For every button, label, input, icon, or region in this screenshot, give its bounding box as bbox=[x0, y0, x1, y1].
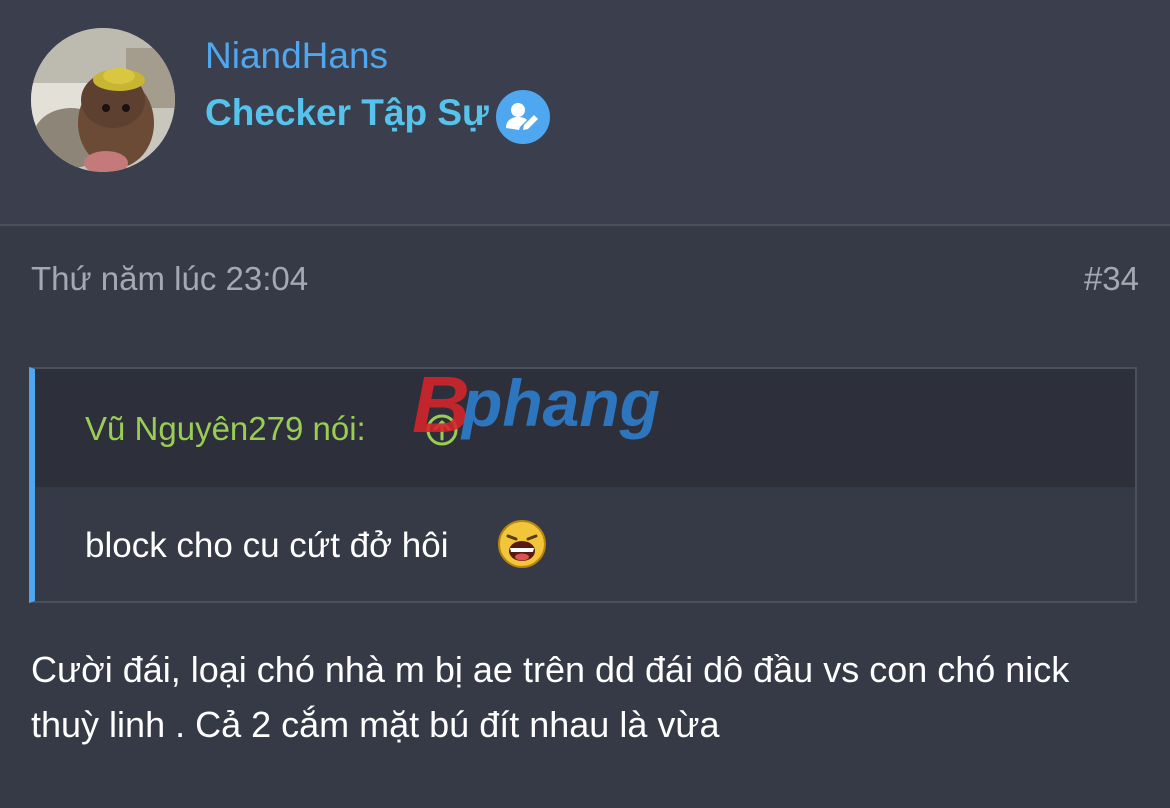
username-link[interactable]: NiandHans bbox=[205, 34, 388, 78]
user-header: NiandHans Checker Tập Sự bbox=[0, 0, 1170, 226]
post-body-text: Cười đái, loại chó nhà m bị ae trên dd đ… bbox=[31, 649, 1070, 745]
post-timestamp[interactable]: Thứ năm lúc 23:04 bbox=[31, 258, 308, 300]
quote-text: block cho cu cứt đở hôi bbox=[85, 526, 449, 565]
watermark-text: phang bbox=[460, 366, 660, 440]
quote-author[interactable]: Vũ Nguyên279 nói: bbox=[85, 409, 366, 449]
watermark-logo: B phang bbox=[412, 360, 762, 449]
user-edit-icon bbox=[496, 90, 550, 144]
post-number-link[interactable]: #34 bbox=[1084, 258, 1139, 300]
avatar[interactable] bbox=[31, 28, 175, 172]
laughing-emoji-icon bbox=[497, 519, 547, 569]
user-role-title: Checker Tập Sự bbox=[205, 92, 489, 133]
